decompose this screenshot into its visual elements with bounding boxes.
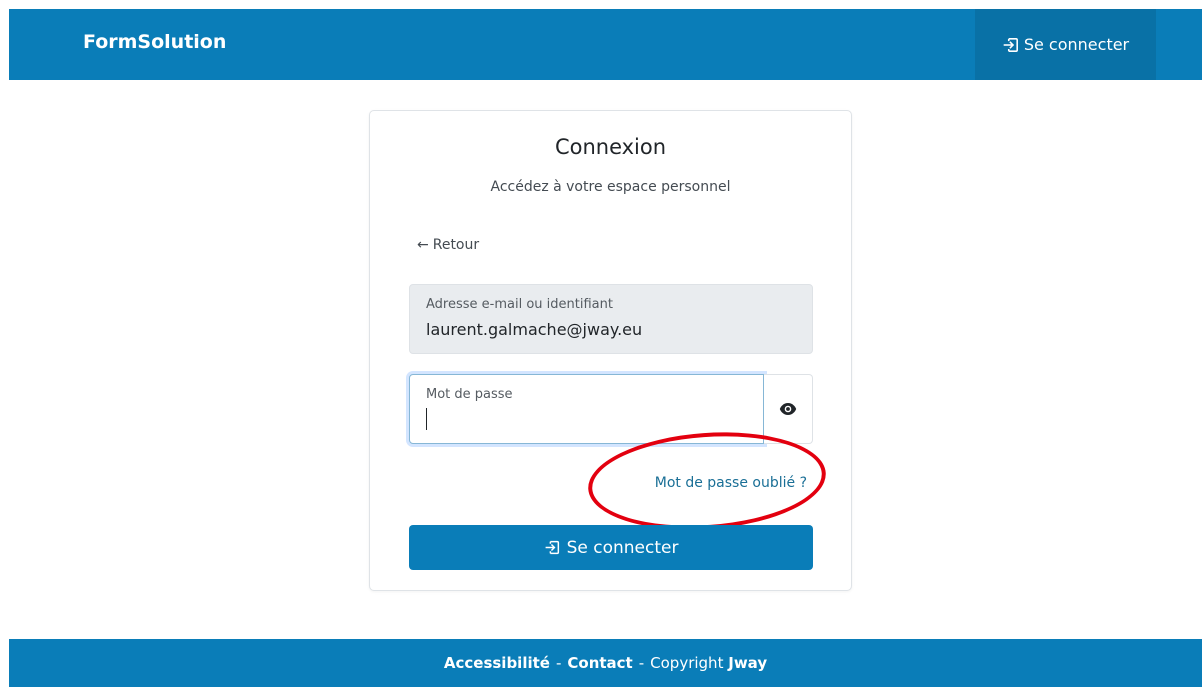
footer-separator: - [555,654,562,672]
show-password-button[interactable] [764,374,813,444]
card-title: Connexion [554,135,667,159]
accessibility-link[interactable]: Accessibilité [444,654,550,672]
top-navbar: FormSolution Se connecter [9,9,1202,80]
brand-logo[interactable]: FormSolution [83,31,226,53]
back-link[interactable]: ← Retour [417,237,483,253]
email-input[interactable] [426,320,796,339]
email-field[interactable]: Adresse e-mail ou identifiant [409,284,813,354]
contact-link[interactable]: Contact [567,654,632,672]
password-label: Mot de passe [426,387,513,402]
forgot-password-link[interactable]: Mot de passe oublié ? [655,475,807,491]
copyright-prefix: Copyright [650,654,724,672]
eye-icon [779,403,797,415]
footer: Accessibilité - Contact - Copyright Jway [9,639,1202,687]
card-subtitle: Accédez à votre espace personnel [490,179,731,195]
header-login-label: Se connecter [1023,35,1130,54]
password-field[interactable]: Mot de passe [409,374,764,444]
login-icon [545,540,559,555]
page: FormSolution Se connecter Connexion Accé… [0,0,1202,687]
header-login-button[interactable]: Se connecter [975,9,1156,80]
login-icon [1003,37,1018,52]
password-input[interactable] [426,408,746,432]
submit-login-button[interactable]: Se connecter [409,525,813,570]
footer-separator: - [638,654,645,672]
copyright-owner: Jway [728,654,768,672]
email-label: Adresse e-mail ou identifiant [426,297,613,312]
login-card: Connexion Accédez à votre espace personn… [369,110,852,591]
arrow-left-icon: ← [417,237,429,253]
submit-label: Se connecter [566,537,679,558]
back-label: Retour [432,237,480,253]
